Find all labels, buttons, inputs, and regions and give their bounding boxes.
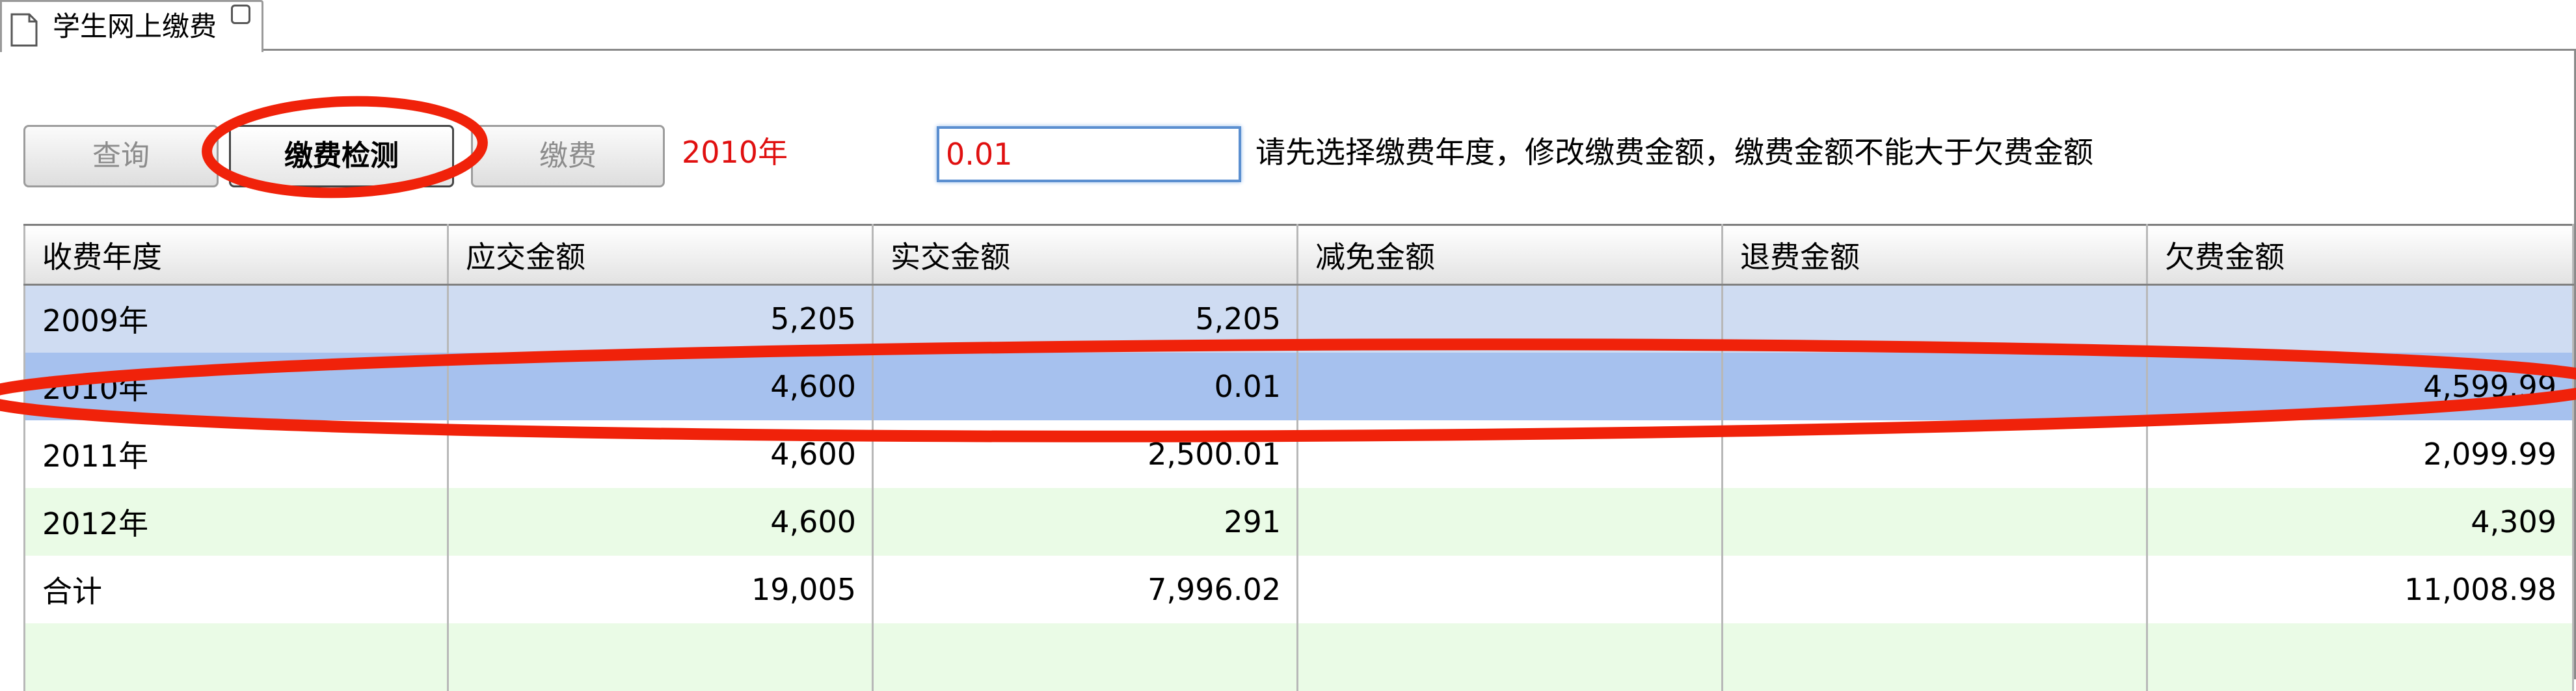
table-cell (1296, 623, 1723, 691)
table-cell: 2012年 (23, 487, 449, 556)
table-cell (2146, 284, 2574, 353)
table-cell: 2,099.99 (2146, 420, 2574, 488)
tab-strip: 学生网上缴费 (0, 0, 2576, 52)
table-cell (1296, 352, 1723, 420)
table-cell (1721, 487, 2148, 556)
close-icon[interactable] (231, 5, 250, 24)
table-cell: 2011年 (23, 420, 449, 488)
pay-button[interactable]: 缴费 (471, 125, 665, 187)
column-header[interactable]: 退费金额 (1721, 224, 2148, 286)
table-row-total[interactable]: 合计 19,005 7,996.02 11,008.98 (23, 555, 2574, 623)
fee-table: 收费年度 应交金额 实交金额 减免金额 退费金额 欠费金额 2009年 5,20… (23, 224, 2574, 691)
table-cell: 4,600 (447, 352, 874, 420)
table-row[interactable]: 2009年 5,205 5,205 (23, 284, 2574, 353)
column-header[interactable]: 实交金额 (872, 224, 1298, 286)
table-cell (1721, 555, 2148, 623)
table-cell (1721, 420, 2148, 488)
table-cell: 7,996.02 (872, 555, 1298, 623)
table-cell (1721, 284, 2148, 353)
table-cell: 4,600 (447, 420, 874, 488)
table-cell (447, 623, 874, 691)
table-cell (872, 623, 1298, 691)
table-row-empty[interactable] (23, 623, 2574, 691)
table-header: 收费年度 应交金额 实交金额 减免金额 退费金额 欠费金额 (23, 224, 2574, 286)
column-header[interactable]: 减免金额 (1296, 224, 1723, 286)
table-cell (1296, 284, 1723, 353)
table-cell (1296, 555, 1723, 623)
table-cell: 合计 (23, 555, 449, 623)
tab-student-payment[interactable]: 学生网上缴费 (0, 0, 263, 52)
payment-amount-input[interactable] (937, 126, 1241, 182)
table-cell: 11,008.98 (2146, 555, 2574, 623)
query-button[interactable]: 查询 (23, 125, 219, 187)
table-row[interactable]: 2011年 4,600 2,500.01 2,099.99 (23, 420, 2574, 488)
column-header[interactable]: 应交金额 (447, 224, 874, 286)
instruction-text: 请先选择缴费年度，修改缴费金额，缴费金额不能大于欠费金额 (1255, 135, 2093, 170)
table-cell (1721, 352, 2148, 420)
table-cell (1721, 623, 2148, 691)
table-cell: 291 (872, 487, 1298, 556)
table-cell: 5,205 (447, 284, 874, 353)
tab-label: 学生网上缴费 (53, 10, 217, 42)
table-cell: 0.01 (872, 352, 1298, 420)
table-cell: 4,599.99 (2146, 352, 2574, 420)
table-row[interactable]: 2012年 4,600 291 4,309 (23, 487, 2574, 556)
table-cell: 2009年 (23, 284, 449, 353)
table-cell (23, 623, 449, 691)
selected-year-label: 2010年 (682, 135, 788, 170)
table-cell (1296, 420, 1723, 488)
table-cell: 2010年 (23, 352, 449, 420)
payment-check-button[interactable]: 缴费检测 (229, 125, 454, 187)
table-row-selected[interactable]: 2010年 4,600 0.01 4,599.99 (23, 352, 2574, 420)
table-cell: 2,500.01 (872, 420, 1298, 488)
table-cell (2146, 623, 2574, 691)
column-header[interactable]: 收费年度 (23, 224, 449, 286)
table-cell (1296, 487, 1723, 556)
table-cell: 4,309 (2146, 487, 2574, 556)
table-cell: 5,205 (872, 284, 1298, 353)
table-cell: 4,600 (447, 487, 874, 556)
table-cell: 19,005 (447, 555, 874, 623)
column-header[interactable]: 欠费金额 (2146, 224, 2574, 286)
document-icon (10, 13, 38, 47)
